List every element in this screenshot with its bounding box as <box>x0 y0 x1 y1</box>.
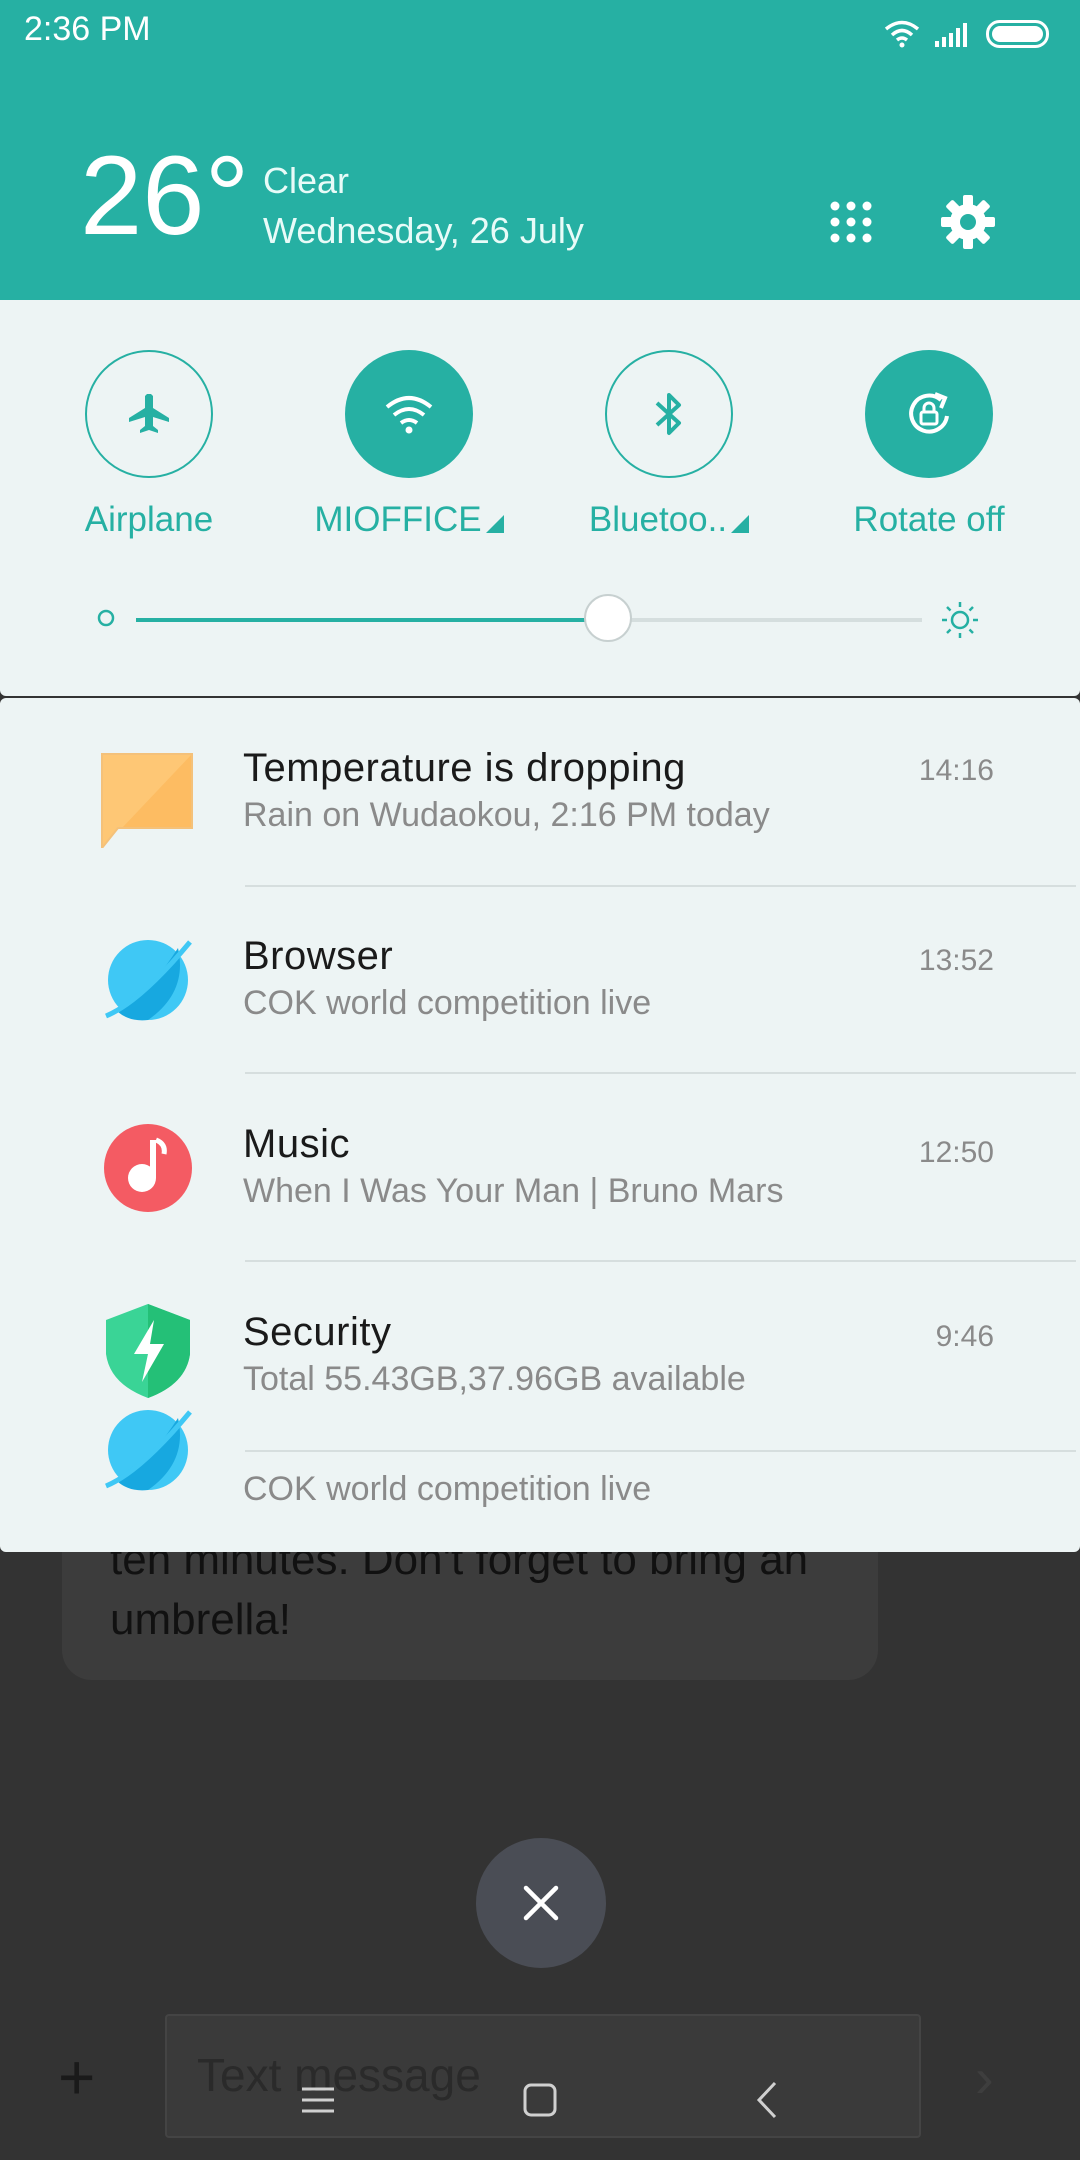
wifi-icon <box>884 20 920 48</box>
notification-title: Temperature is dropping <box>243 746 686 790</box>
notification-subtitle: Rain on Wudaokou, 2:16 PM today <box>243 796 770 834</box>
bluetooth-toggle-circle[interactable] <box>605 350 733 478</box>
temperature: 26° <box>80 133 250 258</box>
brightness-slider-fill <box>136 618 608 622</box>
notification-subtitle: COK world competition live <box>243 1470 652 1508</box>
music-icon <box>104 1124 192 1212</box>
wifi-label[interactable]: MIOFFICE <box>279 500 539 540</box>
wifi-toggle-circle[interactable] <box>345 350 473 478</box>
rotate-label: Rotate off <box>853 500 1005 539</box>
notification-subtitle: COK world competition live <box>243 984 652 1022</box>
weather-date: Wednesday, 26 July <box>263 210 584 251</box>
rotate-toggle-circle[interactable] <box>865 350 993 478</box>
notification-item[interactable]: Music When I Was Your Man | Bruno Mars 1… <box>0 1074 1080 1262</box>
toggle-wifi[interactable]: MIOFFICE <box>279 350 539 540</box>
attach-plus-icon[interactable]: + <box>58 2045 95 2109</box>
toggle-rotate[interactable]: Rotate off <box>799 350 1059 540</box>
menu-icon <box>302 2087 334 2113</box>
notification-title: Browser <box>243 934 394 978</box>
security-shield-icon <box>106 1304 190 1398</box>
brightness-max-icon <box>942 602 978 638</box>
status-time: 2:36 PM <box>24 10 151 48</box>
toggle-airplane[interactable]: Airplane <box>19 350 279 540</box>
bluetooth-icon <box>655 393 681 435</box>
wifi-dropdown-caret[interactable] <box>485 515 504 533</box>
settings-gear-icon <box>941 195 995 249</box>
back-icon <box>756 2081 777 2119</box>
notification-title: Music <box>243 1122 350 1166</box>
nav-home-button[interactable] <box>500 2070 580 2130</box>
notification-subtitle: When I Was Your Man | Bruno Mars <box>243 1172 784 1210</box>
notifications-panel: Temperature is dropping Rain on Wudaokou… <box>0 698 1080 1552</box>
bluetooth-dropdown-caret[interactable] <box>731 515 750 533</box>
nav-back-button[interactable] <box>728 2070 808 2130</box>
status-icons <box>884 16 1052 52</box>
battery-icon <box>986 20 1049 48</box>
bluetooth-label-text: Bluetoo.. <box>588 500 728 539</box>
apps-grid-icon <box>830 201 872 243</box>
notification-item-partial[interactable]: COK world competition live <box>0 1410 1080 1552</box>
notification-time: 9:46 <box>935 1320 994 1353</box>
home-icon <box>523 2083 557 2117</box>
dismiss-all-button[interactable] <box>476 1838 606 1968</box>
quick-settings-panel: Airplane MIOFFICE Bluetoo.. Rotate off <box>0 300 1080 696</box>
notification-item[interactable]: Browser COK world competition live 13:52 <box>0 886 1080 1074</box>
weather-condition: Clear <box>263 160 350 201</box>
airplane-label: Airplane <box>84 500 214 539</box>
brightness-slider-thumb[interactable] <box>583 594 632 642</box>
message-icon <box>101 753 193 848</box>
brightness-min-icon <box>97 609 115 627</box>
send-icon[interactable]: › <box>975 2050 994 2106</box>
notification-item[interactable]: Temperature is dropping Rain on Wudaokou… <box>0 698 1080 887</box>
airplane-icon <box>129 394 169 433</box>
bluetooth-label[interactable]: Bluetoo.. <box>539 500 799 540</box>
toggle-bluetooth[interactable]: Bluetoo.. <box>539 350 799 540</box>
settings-button[interactable] <box>938 192 998 252</box>
rotate-lock-icon <box>909 392 949 434</box>
wifi-network-name: MIOFFICE <box>314 500 482 539</box>
notification-shade-header: 2:36 PM 26° Clear Wednesday, 26 July <box>0 0 1080 300</box>
notification-time: 12:50 <box>918 1136 994 1169</box>
nav-menu-button[interactable] <box>278 2070 358 2130</box>
notification-time: 14:16 <box>918 754 994 787</box>
brightness-slider[interactable] <box>136 594 922 642</box>
wifi-icon <box>385 396 433 434</box>
close-icon <box>523 1885 559 1921</box>
notification-time: 13:52 <box>918 944 994 977</box>
signal-icon <box>935 23 967 47</box>
airplane-toggle-circle[interactable] <box>85 350 213 478</box>
apps-grid-button[interactable] <box>821 192 881 252</box>
browser-icon <box>105 940 192 1021</box>
notification-title: Security <box>243 1310 392 1354</box>
browser-icon <box>105 1410 192 1491</box>
notification-subtitle: Total 55.43GB,37.96GB available <box>243 1360 746 1398</box>
